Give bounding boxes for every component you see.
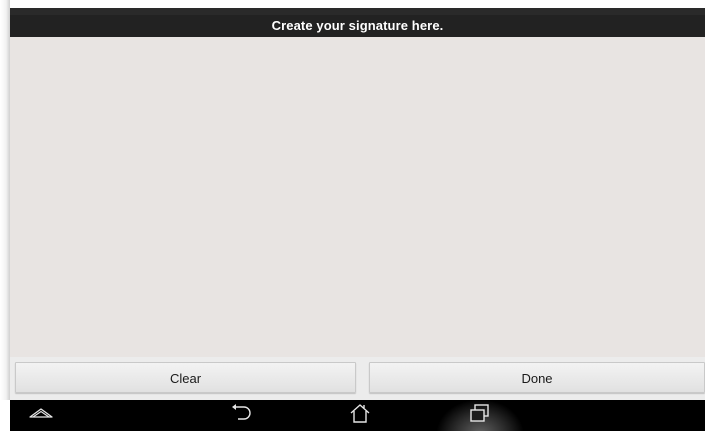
back-icon xyxy=(231,403,255,428)
menu-chevron-button[interactable] xyxy=(17,400,65,431)
done-button[interactable]: Done xyxy=(369,362,705,393)
recent-apps-button[interactable] xyxy=(456,400,504,431)
clear-button[interactable]: Clear xyxy=(15,362,356,393)
home-button[interactable] xyxy=(336,400,384,431)
back-button[interactable] xyxy=(219,400,267,431)
screen: Create your signature here. Clear Done xyxy=(0,0,705,431)
menu-chevron-icon xyxy=(28,406,54,425)
recent-apps-icon xyxy=(468,402,492,429)
home-icon xyxy=(348,402,372,429)
page-title: Create your signature here. xyxy=(10,15,705,37)
signature-canvas[interactable] xyxy=(10,37,705,357)
device-frame xyxy=(0,0,10,400)
